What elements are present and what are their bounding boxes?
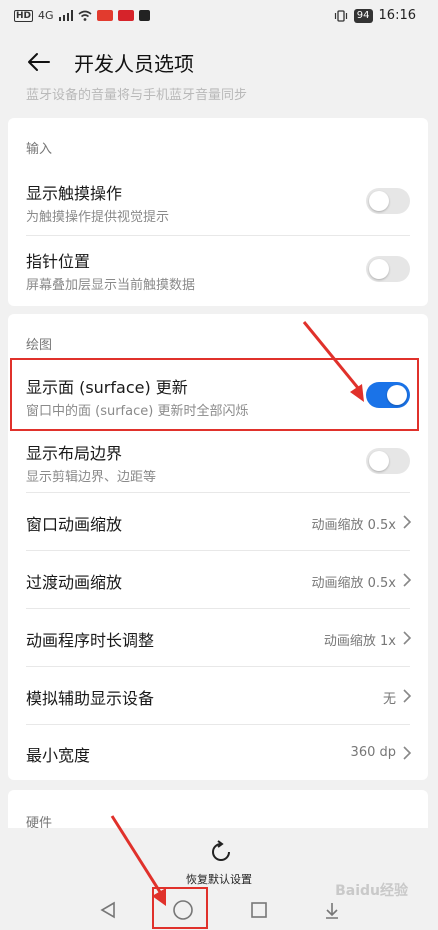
section-label-drawing: 绘图 <box>26 338 53 353</box>
chevron-right-icon <box>403 573 412 587</box>
input-section-card: 输入 显示触摸操作 为触摸操作提供视觉提示 指针位置 屏幕叠加层显示当前触摸数据 <box>8 118 428 306</box>
battery-icon: 94 <box>353 8 373 23</box>
setting-row-smallest-width[interactable]: 最小宽度 360 dp <box>8 725 428 780</box>
setting-row-pointer-location[interactable]: 指针位置 屏幕叠加层显示当前触摸数据 <box>8 236 428 302</box>
pointer-location-toggle[interactable] <box>366 256 410 282</box>
chevron-right-icon <box>403 631 412 645</box>
show-touches-toggle[interactable] <box>366 188 410 214</box>
highlight-box-home <box>152 887 208 929</box>
status-left-icons: HD 4G <box>14 9 150 22</box>
setting-row-animator-duration-scale[interactable]: 动画程序时长调整 动画缩放 1x <box>8 609 428 666</box>
setting-row-transition-animation-scale[interactable]: 过渡动画缩放 动画缩放 0.5x <box>8 551 428 608</box>
show-layout-bounds-toggle[interactable] <box>366 448 410 474</box>
clock: 16:16 <box>378 8 416 23</box>
page-title: 开发人员选项 <box>74 52 194 76</box>
setting-value: 动画缩放 0.5x <box>311 518 396 533</box>
annotation-arrow-icon <box>302 321 364 402</box>
nav-recents-icon[interactable] <box>249 900 269 920</box>
setting-title: 指针位置 <box>26 252 91 271</box>
setting-value: 360 dp <box>350 745 396 760</box>
setting-row-window-animation-scale[interactable]: 窗口动画缩放 动画缩放 0.5x <box>8 493 428 550</box>
setting-title: 模拟辅助显示设备 <box>26 689 155 708</box>
bottom-bar: 恢复默认设置 <box>0 828 438 930</box>
setting-row-show-layout-bounds[interactable]: 显示布局边界 显示剪辑边界、边距等 <box>8 432 428 492</box>
setting-value: 动画缩放 0.5x <box>311 576 396 591</box>
signal-icon <box>58 10 73 21</box>
back-button[interactable] <box>22 46 56 78</box>
restore-defaults-button[interactable] <box>209 840 233 868</box>
setting-subtitle: 为触摸操作提供视觉提示 <box>26 210 170 225</box>
setting-title: 过渡动画缩放 <box>26 573 123 592</box>
setting-row-simulate-secondary-display[interactable]: 模拟辅助显示设备 无 <box>8 667 428 724</box>
nav-notification-icon[interactable] <box>322 900 342 920</box>
chevron-right-icon <box>403 746 412 760</box>
setting-subtitle: 屏幕叠加层显示当前触摸数据 <box>26 278 196 293</box>
hd-icon: HD <box>14 9 34 22</box>
network-4g-icon: 4G <box>38 9 54 22</box>
setting-title: 最小宽度 <box>26 746 91 765</box>
app-notification-icon <box>117 10 134 21</box>
section-label-input: 输入 <box>26 142 53 157</box>
status-right-icons: 94 16:16 <box>334 8 416 23</box>
setting-subtitle: 显示剪辑边界、边距等 <box>26 470 157 485</box>
chevron-right-icon <box>403 689 412 703</box>
vibrate-icon <box>334 9 347 22</box>
chevron-right-icon <box>403 515 412 529</box>
setting-title: 窗口动画缩放 <box>26 515 123 534</box>
tiktok-icon <box>138 10 150 21</box>
refresh-icon <box>212 840 230 861</box>
setting-title: 动画程序时长调整 <box>26 631 155 650</box>
previous-item-subtitle: 蓝牙设备的音量将与手机蓝牙音量同步 <box>26 88 248 102</box>
setting-title: 显示触摸操作 <box>26 184 123 203</box>
setting-value: 动画缩放 1x <box>323 634 396 649</box>
wifi-icon <box>78 10 92 21</box>
setting-row-show-touches[interactable]: 显示触摸操作 为触摸操作提供视觉提示 <box>8 168 428 234</box>
arrow-left-icon <box>28 53 50 71</box>
setting-title: 显示布局边界 <box>26 444 123 463</box>
status-bar: HD 4G 94 16:16 <box>0 0 438 34</box>
app-notification-icon <box>96 10 113 21</box>
setting-value: 无 <box>382 692 396 707</box>
watermark: Baidu经验 <box>335 883 408 899</box>
app-bar: 开发人员选项 <box>0 34 438 90</box>
